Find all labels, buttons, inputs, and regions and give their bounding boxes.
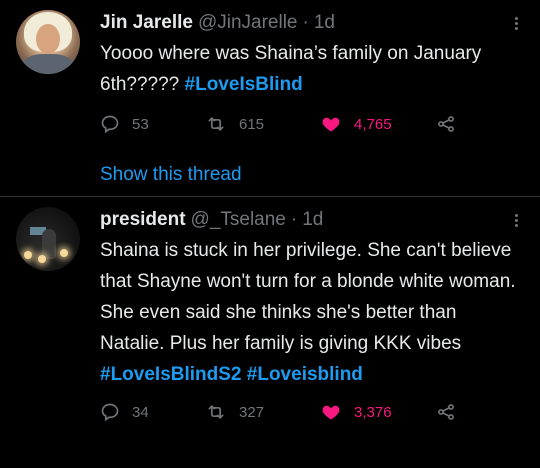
tweet[interactable]: president @_Tselane · 1d Shaina is stuck… — [0, 197, 540, 468]
avatar-face — [36, 24, 60, 54]
more-icon[interactable] — [506, 15, 526, 32]
hashtag-link[interactable]: #LoveIsBlindS2 — [100, 364, 242, 385]
share-button[interactable] — [435, 114, 457, 134]
more-icon[interactable] — [506, 212, 526, 229]
reply-button[interactable]: 34 — [100, 402, 205, 422]
tweet-body: Shaina is stuck in her privilege. She ca… — [100, 240, 516, 354]
avatar-candle — [60, 249, 68, 257]
reply-icon — [101, 403, 119, 422]
reply-button[interactable]: 53 — [100, 114, 205, 134]
heart-icon — [322, 405, 340, 420]
retweet-icon — [208, 405, 224, 419]
like-button[interactable]: 4,765 — [320, 114, 435, 134]
share-button[interactable] — [435, 402, 457, 422]
display-name[interactable]: president — [100, 209, 186, 231]
retweet-icon — [208, 117, 224, 131]
share-icon — [438, 404, 454, 420]
retweet-button[interactable]: 327 — [205, 402, 320, 422]
timestamp[interactable]: 1d — [302, 209, 323, 231]
reply-count: 53 — [132, 115, 149, 133]
tweet-content: Jin Jarelle @JinJarelle · 1d Yoooo where… — [100, 10, 526, 197]
user-handle[interactable]: @JinJarelle — [198, 12, 298, 34]
hashtag-link[interactable]: #Loveisblind — [247, 364, 363, 385]
tweet-header: Jin Jarelle @JinJarelle · 1d — [100, 10, 526, 36]
heart-icon — [322, 117, 340, 132]
retweet-count: 327 — [239, 403, 265, 421]
tweet-content: president @_Tselane · 1d Shaina is stuck… — [100, 207, 526, 468]
timestamp[interactable]: 1d — [314, 12, 335, 34]
avatar-figure — [42, 229, 56, 259]
reply-count: 34 — [132, 403, 149, 421]
separator-dot: · — [290, 209, 298, 230]
avatar[interactable] — [16, 207, 80, 271]
user-handle[interactable]: @_Tselane — [191, 209, 286, 231]
retweet-count: 615 — [239, 115, 265, 133]
separator-dot: · — [302, 12, 309, 33]
like-count: 3,376 — [354, 403, 392, 421]
avatar-candle — [24, 251, 32, 259]
retweet-button[interactable]: 615 — [205, 114, 320, 134]
reply-icon — [101, 115, 119, 134]
tweet-actions: 34 327 3,376 — [100, 402, 526, 422]
show-thread-link[interactable]: Show this thread — [100, 164, 526, 186]
avatar-candle — [38, 255, 46, 263]
tweet-header: president @_Tselane · 1d — [100, 207, 526, 233]
tweet-text: Shaina is stuck in her privilege. She ca… — [100, 235, 526, 390]
tweet-text: Yoooo where was Shaina’s family on Janua… — [100, 38, 526, 100]
display-name[interactable]: Jin Jarelle — [100, 12, 193, 34]
like-count: 4,765 — [354, 115, 392, 133]
avatar-body — [22, 54, 74, 74]
tweet[interactable]: Jin Jarelle @JinJarelle · 1d Yoooo where… — [0, 0, 540, 197]
like-button[interactable]: 3,376 — [320, 402, 435, 422]
share-icon — [438, 116, 454, 132]
hashtag-link[interactable]: #LoveIsBlind — [185, 74, 303, 95]
avatar[interactable] — [16, 10, 80, 74]
tweet-actions: 53 615 4,765 — [100, 114, 526, 134]
